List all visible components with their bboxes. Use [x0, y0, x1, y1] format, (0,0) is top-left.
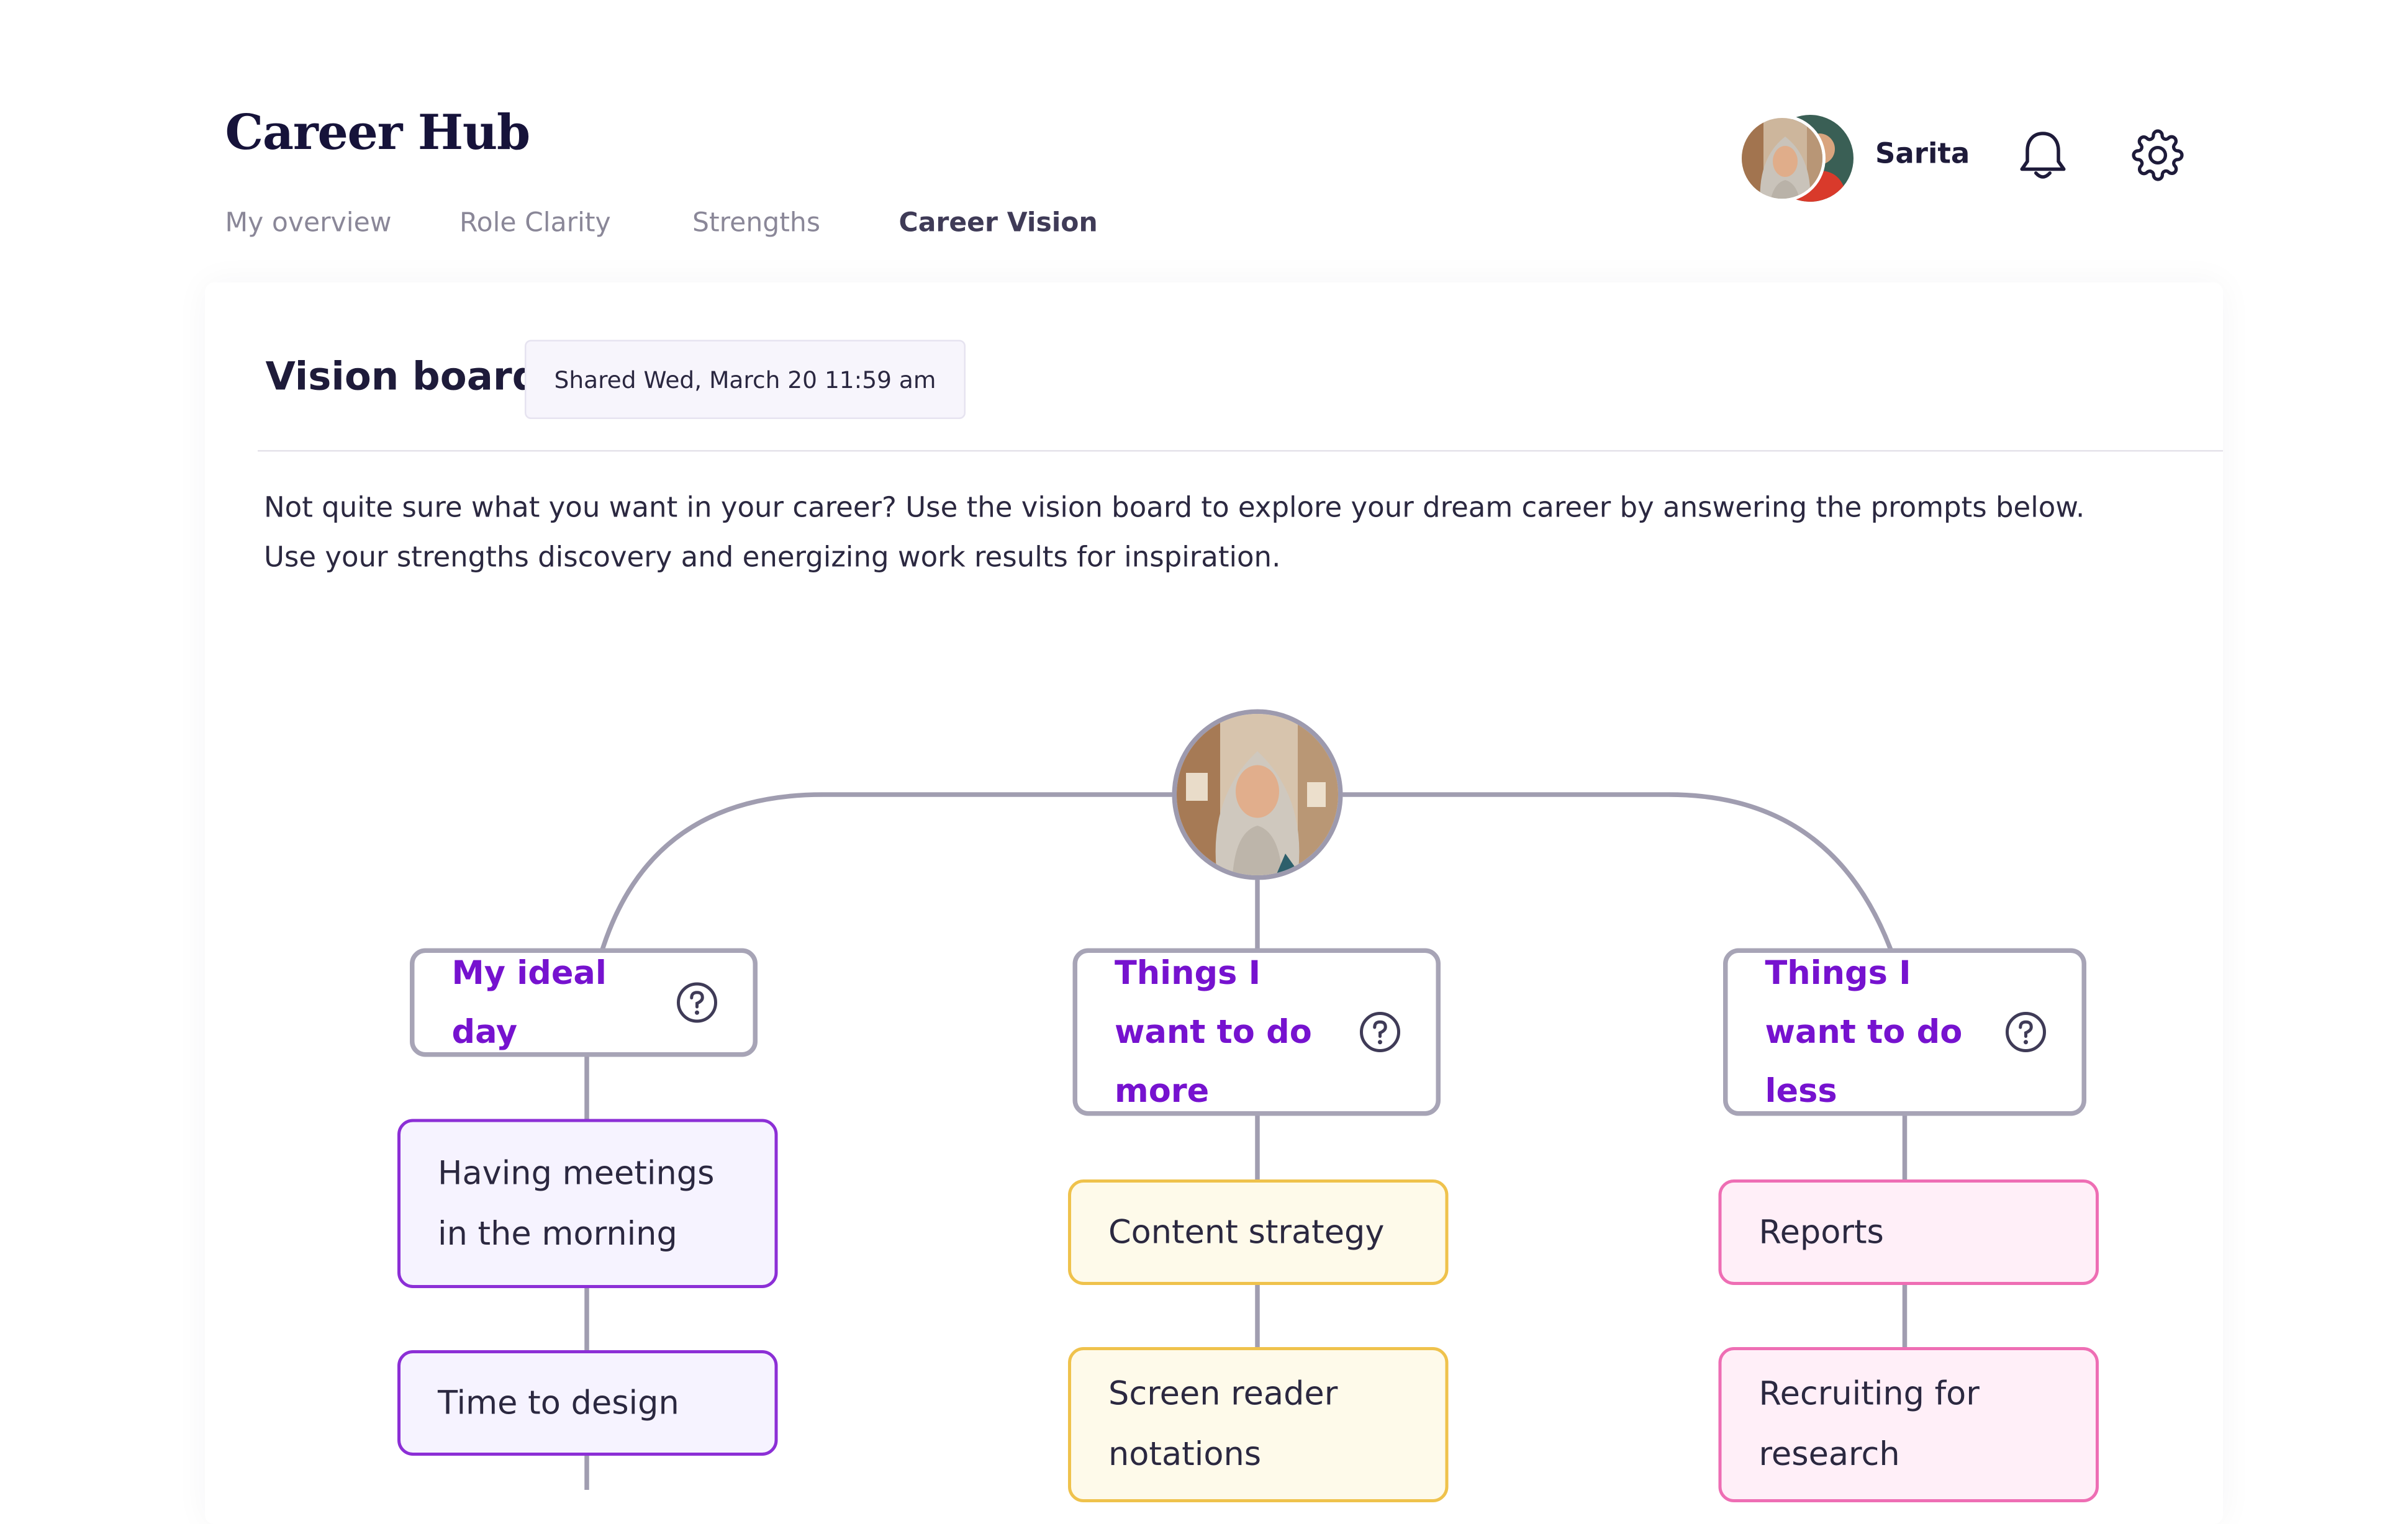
- do-more-item[interactable]: Content strategy: [1068, 1179, 1449, 1285]
- user-avatar-group[interactable]: [1739, 112, 1854, 202]
- question-circle-icon[interactable]: [676, 981, 719, 1024]
- prompt-do-less: Things I want to do less: [1723, 948, 2086, 1116]
- avatar: [1739, 115, 1826, 202]
- do-more-item[interactable]: Screen reader notations: [1068, 1347, 1449, 1502]
- do-less-item[interactable]: Recruiting for research: [1718, 1347, 2099, 1502]
- page: Career Hub My overview Role Clarity Stre…: [0, 0, 2408, 1524]
- question-circle-icon[interactable]: [1359, 1011, 1402, 1054]
- prompt-label: My ideal day: [451, 954, 607, 1051]
- question-circle-icon[interactable]: [2004, 1011, 2048, 1054]
- ideal-day-item[interactable]: Having meetings in the morning: [397, 1119, 778, 1288]
- do-less-item[interactable]: Reports: [1718, 1179, 2099, 1285]
- ideal-day-item[interactable]: Time to design: [397, 1350, 778, 1456]
- center-avatar: [1172, 709, 1343, 880]
- prompt-my-ideal-day: My ideal day: [410, 948, 758, 1057]
- prompt-label: Things I want to do less: [1765, 954, 1963, 1110]
- prompt-label: Things I want to do more: [1115, 954, 1312, 1110]
- prompt-do-more: Things I want to do more: [1072, 948, 1441, 1116]
